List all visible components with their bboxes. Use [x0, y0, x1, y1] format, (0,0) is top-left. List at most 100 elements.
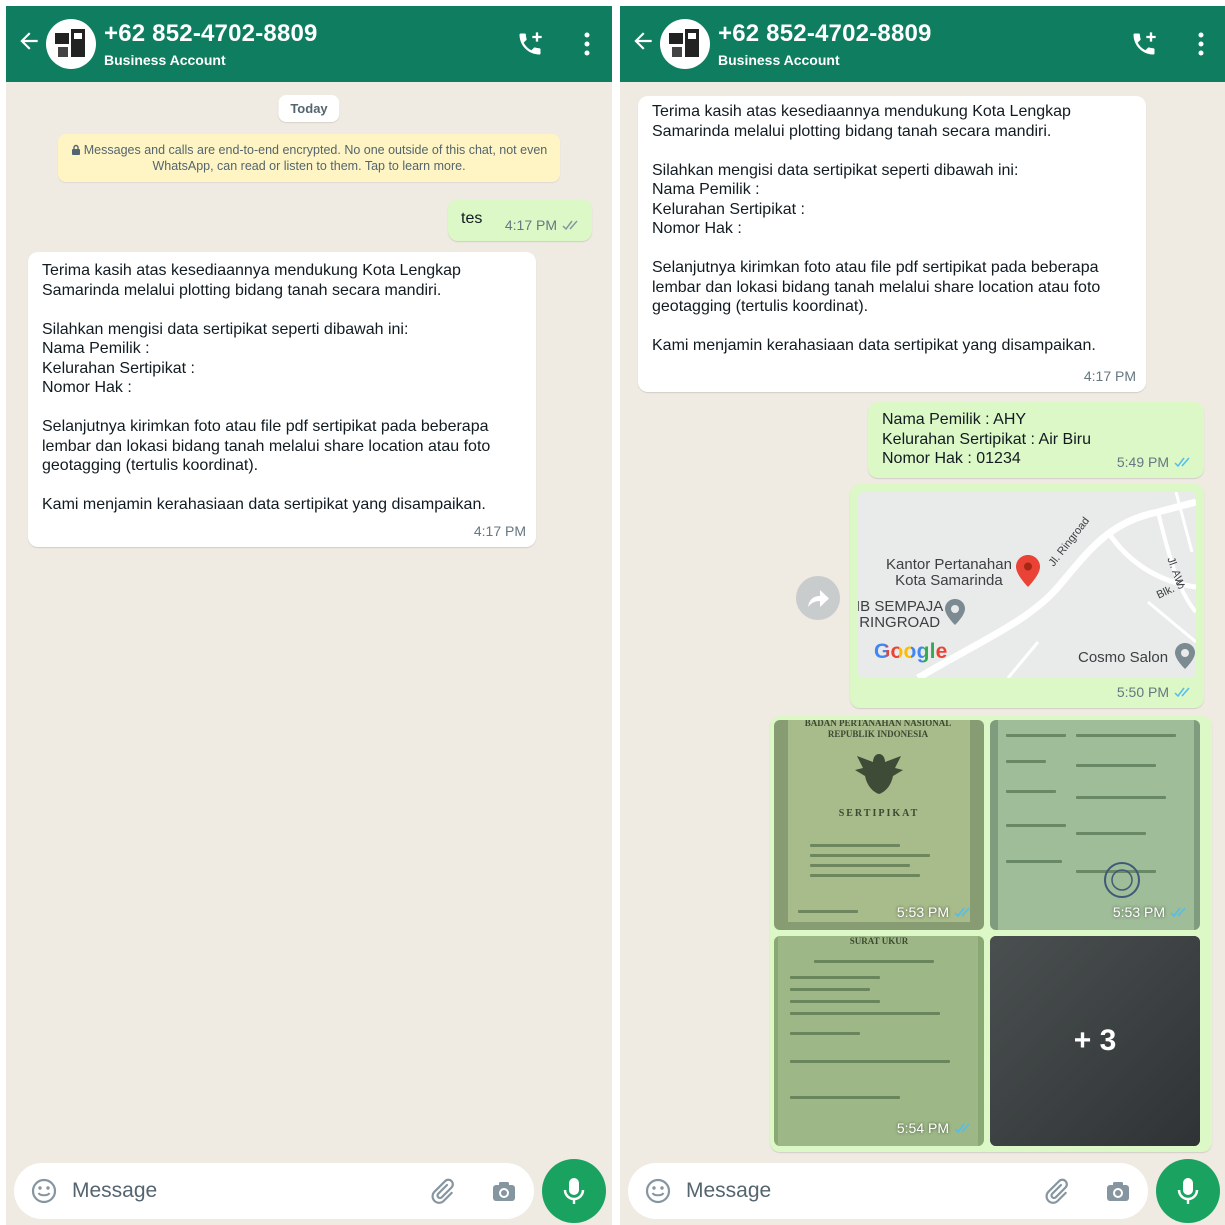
document-paper	[778, 936, 978, 1146]
map-place-label: Kantor Pertanahan Kota Samarinda	[886, 556, 1012, 589]
message-text: Terima kasih atas kesediaannya mendukung…	[42, 262, 491, 513]
double-check-icon	[562, 220, 578, 231]
date-chip: Today	[278, 95, 340, 122]
map-poi-label: Cosmo Salon	[1078, 649, 1169, 666]
document-line	[1076, 734, 1176, 737]
emoji-icon[interactable]	[644, 1177, 672, 1205]
chat-screen-right: +62 852-4702-8809 Business Account Terim…	[620, 6, 1225, 1225]
photo-meta: 5:53 PM	[897, 904, 974, 920]
more-vert-icon[interactable]	[1196, 32, 1206, 56]
message-meta: 4:17 PM	[1084, 368, 1136, 384]
document-line	[1076, 796, 1166, 799]
chat-header: +62 852-4702-8809 Business Account	[6, 6, 612, 82]
lock-icon	[71, 144, 80, 155]
google-logo-text: Google	[874, 640, 948, 663]
message-time: 5:49 PM	[1116, 454, 1169, 470]
contact-subtitle: Business Account	[104, 52, 226, 68]
message-input[interactable]	[72, 1177, 412, 1205]
message-time: 4:17 PM	[1083, 368, 1136, 384]
message-time: 4:17 PM	[473, 523, 526, 539]
photo-album[interactable]: BADAN PERTANAHAN NASIONAL REPUBLIK INDON…	[770, 716, 1212, 1152]
document-line	[790, 1000, 880, 1003]
map-poi-icon	[1175, 643, 1195, 669]
camera-icon[interactable]	[1104, 1177, 1132, 1205]
message-time: 5:50 PM	[1116, 684, 1169, 700]
more-photos-count: + 3	[1073, 1024, 1117, 1057]
attach-icon[interactable]	[428, 1177, 456, 1205]
photo-thumbnail[interactable]: SURAT UKUR 5:54 PM	[774, 936, 984, 1146]
compose-bar	[628, 1163, 1148, 1219]
chat-screen-left: +62 852-4702-8809 Business Account Today…	[6, 6, 612, 1225]
document-line	[1006, 734, 1066, 737]
map-preview[interactable]: Kantor Pertanahan Kota Samarinda Jl. Rin…	[858, 492, 1196, 678]
more-vert-icon[interactable]	[582, 32, 592, 56]
photo-time: 5:54 PM	[896, 1120, 949, 1136]
back-arrow-icon[interactable]	[630, 28, 656, 54]
avatar[interactable]	[46, 19, 96, 69]
photo-meta: 5:53 PM	[1113, 904, 1190, 920]
photo-time: 5:53 PM	[896, 904, 949, 920]
encryption-note[interactable]: Messages and calls are end-to-end encryp…	[58, 134, 560, 182]
garuda-emblem-icon	[855, 754, 903, 794]
location-message[interactable]: Kantor Pertanahan Kota Samarinda Jl. Rin…	[850, 484, 1204, 708]
double-check-icon	[1174, 687, 1190, 698]
message-meta: 4:17 PM	[505, 217, 582, 233]
photo-time: 5:53 PM	[1112, 904, 1165, 920]
photo-meta: 5:54 PM	[897, 1120, 974, 1136]
add-call-icon[interactable]	[516, 30, 544, 58]
document-header: BADAN PERTANAHAN NASIONAL REPUBLIK INDON…	[804, 720, 952, 739]
document-line	[1006, 824, 1066, 827]
contact-phone[interactable]: +62 852-4702-8809	[718, 20, 932, 48]
message-bubble-outgoing[interactable]: tes 4:17 PM	[448, 199, 592, 241]
document-title: SURAT UKUR	[849, 936, 909, 946]
document-line	[810, 864, 910, 867]
double-check-icon	[1174, 457, 1190, 468]
message-text: tes	[461, 210, 483, 227]
message-bubble-incoming[interactable]: Terima kasih atas kesediaannya mendukung…	[28, 252, 536, 547]
photo-thumbnail[interactable]: BADAN PERTANAHAN NASIONAL REPUBLIK INDON…	[774, 720, 984, 930]
message-text: Terima kasih atas kesediaannya mendukung…	[652, 103, 1101, 354]
document-line	[790, 988, 870, 991]
mic-button[interactable]	[542, 1159, 606, 1223]
mic-button[interactable]	[1156, 1159, 1220, 1223]
contact-subtitle: Business Account	[718, 52, 840, 68]
add-call-icon[interactable]	[1130, 30, 1158, 58]
document-line	[1006, 860, 1062, 863]
document-line	[810, 874, 920, 877]
message-list[interactable]: Terima kasih atas kesediaannya mendukung…	[620, 82, 1225, 1155]
contact-phone[interactable]: +62 852-4702-8809	[104, 20, 318, 48]
message-meta: 4:17 PM	[474, 523, 526, 539]
attach-icon[interactable]	[1042, 1177, 1070, 1205]
document-title: SERTIPIKAT	[838, 808, 920, 819]
avatar[interactable]	[660, 19, 710, 69]
document-line	[810, 844, 900, 847]
double-check-icon	[954, 1123, 970, 1134]
document-line	[790, 1012, 940, 1015]
message-meta: 5:49 PM	[1117, 454, 1194, 470]
document-line	[790, 1060, 950, 1063]
emoji-icon[interactable]	[30, 1177, 58, 1205]
mic-icon	[1177, 1178, 1199, 1204]
document-line	[790, 1032, 860, 1035]
message-time: 4:17 PM	[504, 217, 557, 233]
encryption-text: Messages and calls are end-to-end encryp…	[83, 143, 548, 173]
more-photos-tile[interactable]: + 3	[990, 936, 1200, 1146]
google-logo: Google	[874, 640, 948, 664]
document-line	[1076, 764, 1156, 767]
message-text: Nama Pemilik : AHY Kelurahan Sertipikat …	[882, 411, 1091, 467]
message-input[interactable]	[686, 1177, 1026, 1205]
document-line	[1006, 790, 1056, 793]
map-poi-label: IB SEMPAJA RINGROAD	[858, 598, 944, 631]
message-bubble-incoming[interactable]: Terima kasih atas kesediaannya mendukung…	[638, 96, 1146, 392]
message-list[interactable]: Today Messages and calls are end-to-end …	[6, 82, 612, 1155]
back-arrow-icon[interactable]	[16, 28, 42, 54]
forward-button[interactable]	[796, 576, 840, 620]
double-check-icon	[1170, 907, 1186, 918]
map-pin-icon	[1016, 555, 1040, 587]
message-bubble-outgoing[interactable]: Nama Pemilik : AHY Kelurahan Sertipikat …	[868, 402, 1204, 478]
camera-icon[interactable]	[490, 1177, 518, 1205]
compose-bar	[14, 1163, 534, 1219]
chat-header: +62 852-4702-8809 Business Account	[620, 6, 1225, 82]
document-line	[814, 960, 934, 963]
photo-thumbnail[interactable]: 5:53 PM	[990, 720, 1200, 930]
